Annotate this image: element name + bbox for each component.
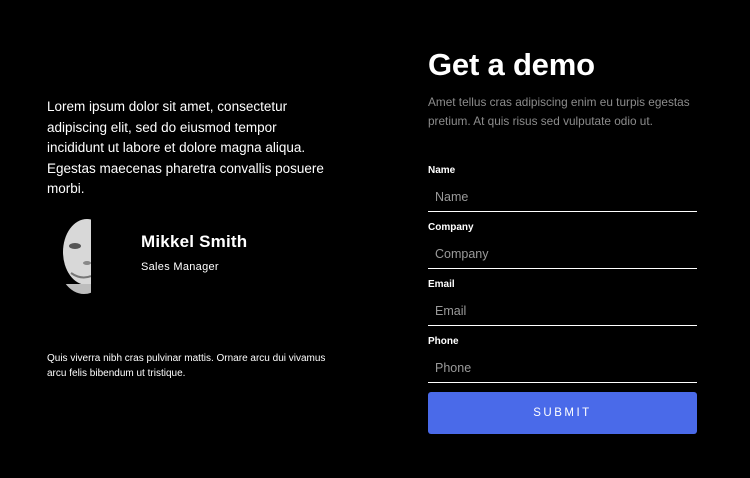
name-input[interactable] bbox=[428, 182, 697, 212]
name-field: Name bbox=[428, 164, 697, 212]
testimonial-author: Mikkel Smith Sales Manager bbox=[47, 215, 337, 297]
footnote-text: Quis viverra nibh cras pulvinar mattis. … bbox=[47, 353, 326, 379]
demo-form-header: Get a demo Amet tellus cras adipiscing e… bbox=[428, 46, 697, 130]
testimonial-section: Lorem ipsum dolor sit amet, consectetur … bbox=[47, 97, 337, 200]
person-portrait-icon bbox=[57, 218, 91, 294]
email-label: Email bbox=[428, 279, 455, 290]
form-title: Get a demo bbox=[428, 47, 595, 82]
name-label: Name bbox=[428, 165, 456, 176]
phone-field: Phone bbox=[428, 335, 697, 383]
author-name: Mikkel Smith bbox=[141, 232, 248, 251]
company-label: Company bbox=[428, 222, 474, 233]
phone-input[interactable] bbox=[428, 353, 697, 383]
email-field: Email bbox=[428, 278, 697, 326]
email-input[interactable] bbox=[428, 296, 697, 326]
author-role: Sales Manager bbox=[141, 261, 219, 273]
company-input[interactable] bbox=[428, 239, 697, 269]
phone-label: Phone bbox=[428, 336, 459, 347]
testimonial-text: Lorem ipsum dolor sit amet, consectetur … bbox=[47, 99, 324, 196]
submit-button[interactable]: SUBMIT bbox=[428, 392, 697, 434]
company-field: Company bbox=[428, 221, 697, 269]
form-description: Amet tellus cras adipiscing enim eu turp… bbox=[428, 95, 690, 128]
